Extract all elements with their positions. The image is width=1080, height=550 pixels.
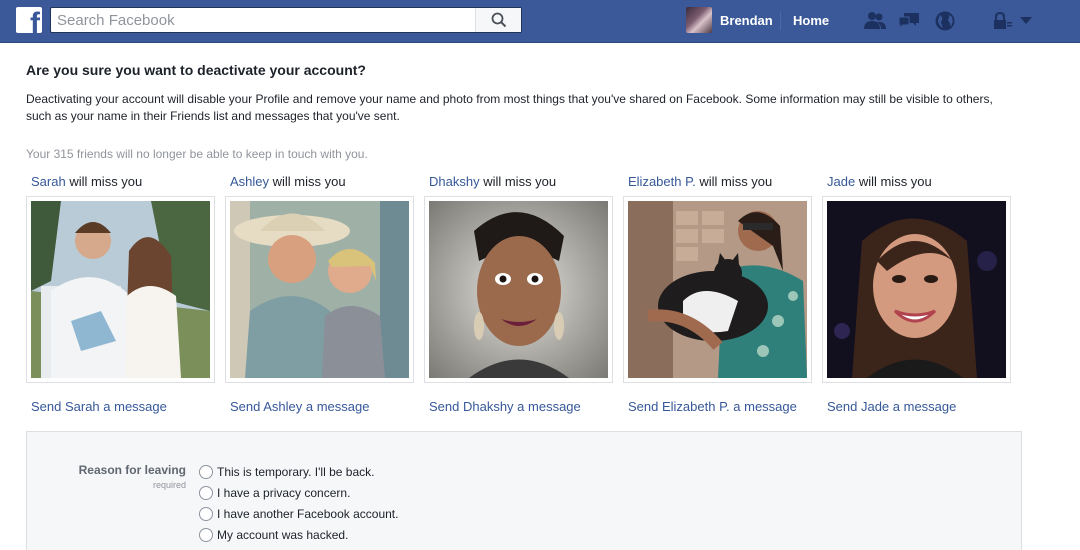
friend-photo-frame bbox=[225, 196, 414, 383]
reason-for-leaving-panel: Reason for leaving required This is temp… bbox=[26, 431, 1022, 550]
friend-requests-icon[interactable] bbox=[862, 9, 888, 33]
account-menu-chevron-down-icon[interactable] bbox=[1013, 9, 1039, 33]
send-message-link[interactable]: Send Dhakshy a message bbox=[429, 399, 614, 414]
friend-card: Sarah will miss you Send Sarah a message bbox=[26, 174, 216, 414]
friend-card: Jade will miss you Send Jade a message bbox=[822, 174, 1012, 414]
friend-photo[interactable] bbox=[827, 201, 1006, 378]
will-miss-you-suffix: will miss you bbox=[65, 174, 143, 189]
will-miss-you-text: Jade will miss you bbox=[827, 174, 1012, 189]
friend-card: Dhakshy will miss you Send Dhakshy a mes… bbox=[424, 174, 614, 414]
friend-card: Ashley will miss you Send Ashley a messa… bbox=[225, 174, 415, 414]
reason-option-label: I have a privacy concern. bbox=[217, 485, 351, 500]
reason-option-hacked[interactable]: My account was hacked. bbox=[199, 524, 398, 545]
reason-option-label: I have another Facebook account. bbox=[217, 506, 399, 521]
radio-button[interactable] bbox=[199, 527, 213, 542]
reason-label: Reason for leaving bbox=[78, 463, 186, 477]
reason-option-another-account[interactable]: I have another Facebook account. bbox=[199, 503, 398, 524]
will-miss-you-suffix: will miss you bbox=[269, 174, 346, 189]
will-miss-you-text: Sarah will miss you bbox=[31, 174, 216, 189]
radio-button[interactable] bbox=[199, 506, 213, 521]
friend-photo-frame bbox=[424, 196, 613, 383]
reason-option-privacy[interactable]: I have a privacy concern. bbox=[199, 482, 398, 503]
search-icon bbox=[491, 12, 506, 28]
friend-photo-frame bbox=[822, 196, 1011, 383]
friends-count-note: Your 315 friends will no longer be able … bbox=[26, 147, 368, 161]
search-button[interactable] bbox=[475, 8, 521, 32]
top-navigation-bar: f Brendan Home bbox=[0, 0, 1080, 43]
reason-option-label: This is temporary. I'll be back. bbox=[217, 464, 375, 479]
friend-photo[interactable] bbox=[230, 201, 409, 378]
send-message-link[interactable]: Send Ashley a message bbox=[230, 399, 415, 414]
search-box bbox=[50, 7, 522, 33]
friend-name-link[interactable]: Elizabeth P. bbox=[628, 174, 696, 189]
messages-icon[interactable] bbox=[896, 9, 922, 33]
will-miss-you-suffix: will miss you bbox=[695, 174, 773, 189]
logo-letter: f bbox=[30, 7, 40, 34]
friend-name-link[interactable]: Sarah bbox=[31, 174, 66, 189]
friend-photo[interactable] bbox=[628, 201, 807, 378]
search-input[interactable] bbox=[51, 8, 475, 32]
home-link[interactable]: Home bbox=[793, 13, 829, 28]
nav-divider bbox=[780, 12, 781, 30]
notifications-globe-icon[interactable] bbox=[932, 9, 958, 33]
friend-photo-frame bbox=[26, 196, 215, 383]
will-miss-you-suffix: will miss you bbox=[855, 174, 932, 189]
profile-name: Brendan bbox=[720, 12, 773, 28]
will-miss-you-text: Ashley will miss you bbox=[230, 174, 415, 189]
send-message-link[interactable]: Send Jade a message bbox=[827, 399, 1012, 414]
reason-option-temporary[interactable]: This is temporary. I'll be back. bbox=[199, 461, 398, 482]
page-title: Are you sure you want to deactivate your… bbox=[26, 62, 366, 78]
send-message-link[interactable]: Send Elizabeth P. a message bbox=[628, 399, 813, 414]
radio-button[interactable] bbox=[199, 485, 213, 500]
send-message-link[interactable]: Send Sarah a message bbox=[31, 399, 216, 414]
radio-button[interactable] bbox=[199, 464, 213, 479]
friend-photo[interactable] bbox=[429, 201, 608, 378]
deactivation-description: Deactivating your account will disable y… bbox=[26, 92, 993, 123]
friend-card: Elizabeth P. will miss you Send Elizabet… bbox=[623, 174, 813, 414]
avatar bbox=[686, 7, 712, 33]
facebook-logo-icon[interactable]: f bbox=[16, 7, 42, 33]
will-miss-you-suffix: will miss you bbox=[479, 174, 557, 189]
reason-option-label: My account was hacked. bbox=[217, 527, 349, 542]
friend-photo[interactable] bbox=[31, 201, 210, 378]
deactivate-account-section: Are you sure you want to deactivate your… bbox=[26, 62, 1026, 414]
friend-name-link[interactable]: Jade bbox=[827, 174, 855, 189]
profile-link[interactable]: Brendan bbox=[686, 7, 773, 33]
will-miss-you-text: Dhakshy will miss you bbox=[429, 174, 614, 189]
friend-name-link[interactable]: Dhakshy bbox=[429, 174, 480, 189]
reason-options: This is temporary. I'll be back. I have … bbox=[199, 461, 398, 545]
required-note: required bbox=[152, 480, 186, 490]
friend-name-link[interactable]: Ashley bbox=[230, 174, 269, 189]
will-miss-you-text: Elizabeth P. will miss you bbox=[628, 174, 813, 189]
friend-photo-frame bbox=[623, 196, 812, 383]
